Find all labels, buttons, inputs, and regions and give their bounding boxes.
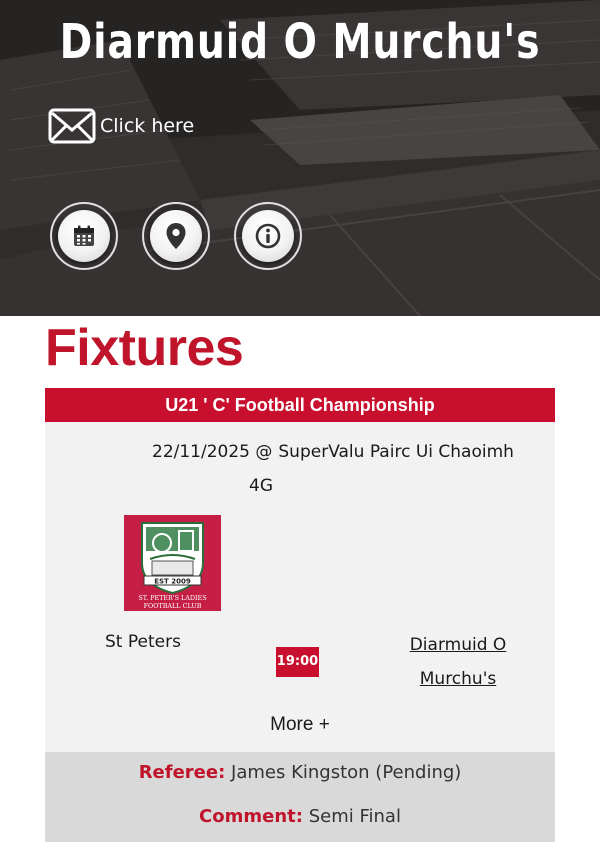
contact-link[interactable]: Click here — [48, 108, 194, 144]
comment-value: Semi Final — [308, 806, 401, 827]
kickoff-time-badge: 19:00 — [276, 647, 319, 677]
referee-label: Referee: — [138, 762, 226, 783]
calendar-icon — [74, 225, 94, 246]
info-icon — [255, 223, 281, 249]
quick-actions — [50, 202, 302, 270]
crest-est-text: EST 2009 — [154, 578, 191, 586]
hero-banner: Diarmuid O Murchu's Click here — [0, 0, 600, 316]
home-team-name: St Peters — [105, 632, 181, 652]
crest-club-text-2: FOOTBALL CLUB — [144, 602, 202, 610]
referee-value: James Kingston (Pending) — [231, 762, 462, 783]
referee-line: Referee: James Kingston (Pending) — [45, 762, 555, 783]
contact-label: Click here — [100, 115, 195, 137]
crest-club-text-1: ST. PETER'S LADIES — [138, 594, 206, 602]
fixture-venue-extra: 4G — [249, 476, 273, 496]
competition-header: U21 ' C' Football Championship — [45, 388, 555, 422]
comment-label: Comment: — [199, 806, 303, 827]
club-title: Diarmuid O Murchu's — [59, 14, 541, 70]
home-team-crest: EST 2009 ST. PETER'S LADIES FOOTBALL CLU… — [124, 515, 221, 611]
comment-line: Comment: Semi Final — [45, 806, 555, 827]
date-venue-line: 22/11/2025 @ SuperValu Pairc Ui Chaoimh — [152, 435, 547, 469]
away-team-link[interactable]: Diarmuid O Murchu's — [393, 628, 523, 696]
envelope-icon — [48, 108, 96, 144]
fixture-venue: SuperValu Pairc Ui Chaoimh — [278, 442, 514, 462]
location-button[interactable] — [142, 202, 210, 270]
location-pin-icon — [166, 223, 186, 249]
fixture-card: U21 ' C' Football Championship 22/11/202… — [45, 388, 555, 842]
fixtures-heading: Fixtures — [45, 319, 244, 377]
fixture-date: 22/11/2025 @ — [152, 442, 273, 462]
more-button[interactable]: More + — [45, 714, 555, 736]
fixture-details: Referee: James Kingston (Pending) Commen… — [45, 752, 555, 842]
info-button[interactable] — [234, 202, 302, 270]
calendar-button[interactable] — [50, 202, 118, 270]
